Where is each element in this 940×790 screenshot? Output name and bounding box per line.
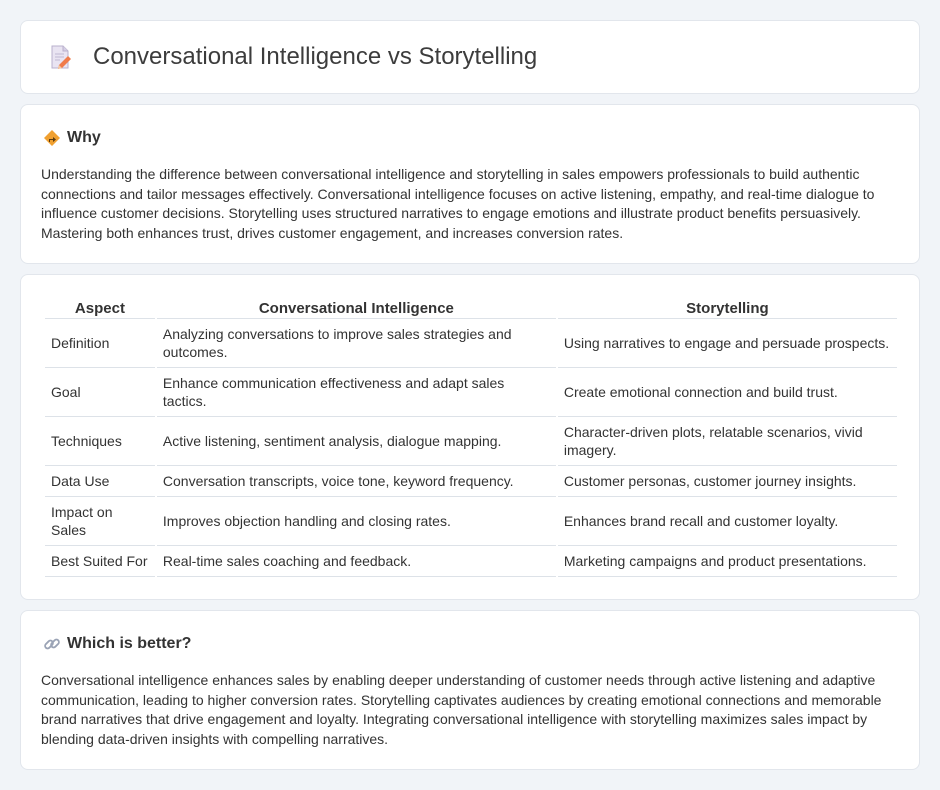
conversational-intelligence-cell: Enhance communication effectiveness and … bbox=[156, 368, 556, 417]
better-body: Conversational intelligence enhances sal… bbox=[41, 672, 882, 747]
conversational-intelligence-cell: Conversation transcripts, voice tone, ke… bbox=[156, 466, 556, 497]
diamond-sign-icon bbox=[43, 129, 61, 147]
conversational-intelligence-cell: Real-time sales coaching and feedback. bbox=[156, 546, 556, 577]
conversational-intelligence-cell: Active listening, sentiment analysis, di… bbox=[156, 417, 556, 466]
table-row: Impact on Sales Improves objection handl… bbox=[45, 497, 897, 546]
which-is-better-section: Which is better? Conversational intellig… bbox=[20, 610, 920, 770]
aspect-cell: Definition bbox=[45, 319, 155, 368]
header-row: Conversational Intelligence vs Storytell… bbox=[21, 21, 919, 93]
storytelling-cell: Customer personas, customer journey insi… bbox=[557, 466, 897, 497]
table-row: Goal Enhance communication effectiveness… bbox=[45, 368, 897, 417]
comparison-table: Aspect Conversational Intelligence Story… bbox=[43, 297, 899, 577]
table-header-row: Aspect Conversational Intelligence Story… bbox=[45, 297, 897, 319]
conversational-intelligence-cell: Improves objection handling and closing … bbox=[156, 497, 556, 546]
storytelling-cell: Marketing campaigns and product presenta… bbox=[557, 546, 897, 577]
column-header-storytelling: Storytelling bbox=[557, 297, 897, 319]
aspect-cell: Impact on Sales bbox=[45, 497, 155, 546]
why-body: Understanding the difference between con… bbox=[41, 166, 875, 241]
comparison-table-card: Aspect Conversational Intelligence Story… bbox=[20, 274, 920, 600]
aspect-cell: Goal bbox=[45, 368, 155, 417]
aspect-cell: Data Use bbox=[45, 466, 155, 497]
table-row: Data Use Conversation transcripts, voice… bbox=[45, 466, 897, 497]
storytelling-cell: Enhances brand recall and customer loyal… bbox=[557, 497, 897, 546]
page-title: Conversational Intelligence vs Storytell… bbox=[93, 43, 538, 70]
column-header-aspect: Aspect bbox=[45, 297, 155, 319]
storytelling-cell: Using narratives to engage and persuade … bbox=[557, 319, 897, 368]
why-title: Why bbox=[67, 129, 101, 146]
conversational-intelligence-cell: Analyzing conversations to improve sales… bbox=[156, 319, 556, 368]
better-heading: Which is better? bbox=[21, 611, 919, 655]
table-row: Best Suited For Real-time sales coaching… bbox=[45, 546, 897, 577]
storytelling-cell: Character-driven plots, relatable scenar… bbox=[557, 417, 897, 466]
better-title: Which is better? bbox=[67, 635, 192, 652]
link-icon bbox=[43, 635, 61, 653]
table-row: Techniques Active listening, sentiment a… bbox=[45, 417, 897, 466]
table-row: Definition Analyzing conversations to im… bbox=[45, 319, 897, 368]
header-card: Conversational Intelligence vs Storytell… bbox=[20, 20, 920, 94]
storytelling-cell: Create emotional connection and build tr… bbox=[557, 368, 897, 417]
column-header-conversational-intelligence: Conversational Intelligence bbox=[156, 297, 556, 319]
why-heading: Why bbox=[21, 105, 919, 149]
why-section: Why Understanding the difference between… bbox=[20, 104, 920, 264]
aspect-cell: Techniques bbox=[45, 417, 155, 466]
aspect-cell: Best Suited For bbox=[45, 546, 155, 577]
document-pencil-icon bbox=[47, 44, 73, 70]
